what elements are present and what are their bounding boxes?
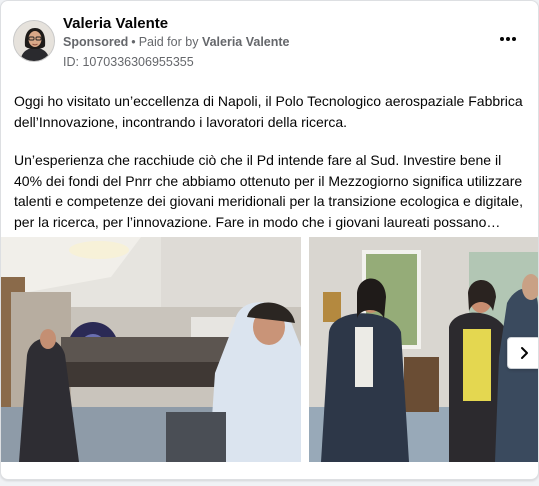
sponsored-line: Sponsored • Paid for by Valeria Valente (63, 35, 290, 49)
carousel-next-button[interactable] (507, 337, 538, 369)
post-body-text: Oggi ho visitato un’eccellenza di Napoli… (14, 91, 529, 232)
more-options-icon[interactable] (495, 29, 521, 49)
sponsored-label: Sponsored (63, 35, 129, 49)
paid-for-prefix: Paid for by (138, 35, 199, 49)
ad-library-id: ID: 1070336306955355 (63, 55, 194, 69)
author-avatar[interactable] (13, 20, 55, 62)
ad-post-card: Valeria Valente Sponsored • Paid for by Va… (0, 0, 539, 480)
carousel-photo[interactable] (309, 237, 538, 462)
photo-carousel (1, 237, 538, 463)
avatar-portrait-icon (14, 21, 54, 61)
chevron-right-icon (521, 347, 528, 359)
group-conversation-photo-image (309, 237, 538, 462)
author-name[interactable]: Valeria Valente (63, 15, 168, 32)
separator-dot: • (131, 35, 136, 49)
post-paragraph: Oggi ho visitato un’eccellenza di Napoli… (14, 93, 523, 130)
group-visit-photo-image (1, 237, 301, 462)
paid-for-by-name[interactable]: Valeria Valente (202, 35, 290, 49)
carousel-photo[interactable] (1, 237, 301, 462)
post-paragraph: Un’esperienza che racchiude ciò che il P… (14, 152, 523, 230)
